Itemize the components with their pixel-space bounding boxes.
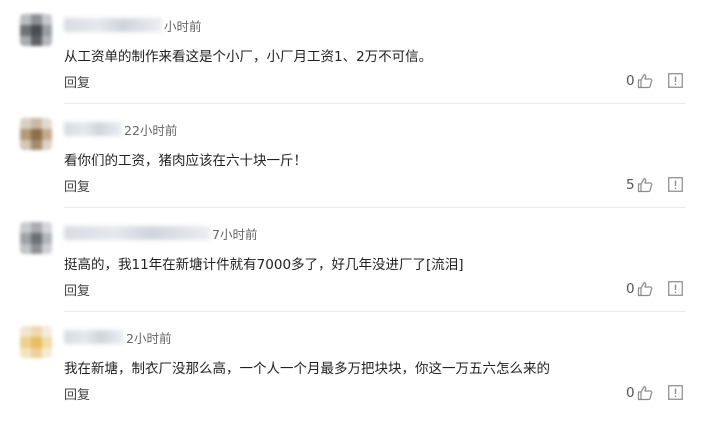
comment-text: 从工资单的制作来看这是个小厂，小厂月工资1、2万不可信。: [64, 49, 433, 65]
thumbs-up-icon[interactable]: [637, 281, 653, 297]
report-icon[interactable]: [668, 73, 683, 88]
reply-button[interactable]: 回复: [64, 72, 90, 91]
comment-time: 小时前: [164, 18, 202, 34]
thumbs-up-icon[interactable]: [637, 385, 653, 401]
username[interactable]: 22小时前: [64, 120, 177, 138]
like-button[interactable]: 5: [626, 176, 653, 194]
like-count: 0: [626, 385, 635, 401]
like-button[interactable]: 0: [626, 72, 653, 90]
username[interactable]: 小时前: [64, 16, 202, 34]
reply-button[interactable]: 回复: [64, 280, 90, 299]
comment-time: 2小时前: [126, 330, 172, 346]
avatar[interactable]: [20, 222, 52, 254]
comment-text: 看你们的工资，猪肉应该在六十块一斤！: [64, 153, 307, 169]
comment-item: 22小时前 看你们的工资，猪肉应该在六十块一斤！ 回复 5: [0, 104, 703, 208]
like-button[interactable]: 0: [626, 384, 653, 402]
reply-button[interactable]: 回复: [64, 176, 90, 195]
report-icon[interactable]: [668, 177, 683, 192]
like-count: 0: [626, 281, 635, 297]
comment-item: 2小时前 我在新塘，制衣厂没那么高，一个人一个月最多万把块块，你这一万五六怎么来…: [0, 312, 703, 416]
avatar[interactable]: [20, 326, 52, 358]
comment-time: 7小时前: [212, 226, 258, 242]
comment-text: 挺高的，我11年在新塘计件就有7000多了，好几年没进厂了[流泪]: [64, 257, 464, 273]
username[interactable]: 2小时前: [64, 328, 171, 346]
comment-text: 我在新塘，制衣厂没那么高，一个人一个月最多万把块块，你这一万五六怎么来的: [64, 361, 550, 377]
like-button[interactable]: 0: [626, 280, 653, 298]
like-count: 0: [626, 73, 635, 89]
username[interactable]: 7小时前: [64, 224, 257, 242]
thumbs-up-icon[interactable]: [637, 177, 653, 193]
avatar[interactable]: [20, 118, 52, 150]
avatar[interactable]: [20, 14, 52, 46]
comment-time: 22小时前: [124, 122, 178, 138]
report-icon[interactable]: [668, 281, 683, 296]
comment-item: 小时前 从工资单的制作来看这是个小厂，小厂月工资1、2万不可信。 回复 0: [0, 0, 703, 104]
thumbs-up-icon[interactable]: [637, 73, 653, 89]
like-count: 5: [626, 177, 635, 193]
report-icon[interactable]: [668, 385, 683, 400]
comment-item: 7小时前 挺高的，我11年在新塘计件就有7000多了，好几年没进厂了[流泪] 回…: [0, 208, 703, 312]
reply-button[interactable]: 回复: [64, 384, 90, 403]
